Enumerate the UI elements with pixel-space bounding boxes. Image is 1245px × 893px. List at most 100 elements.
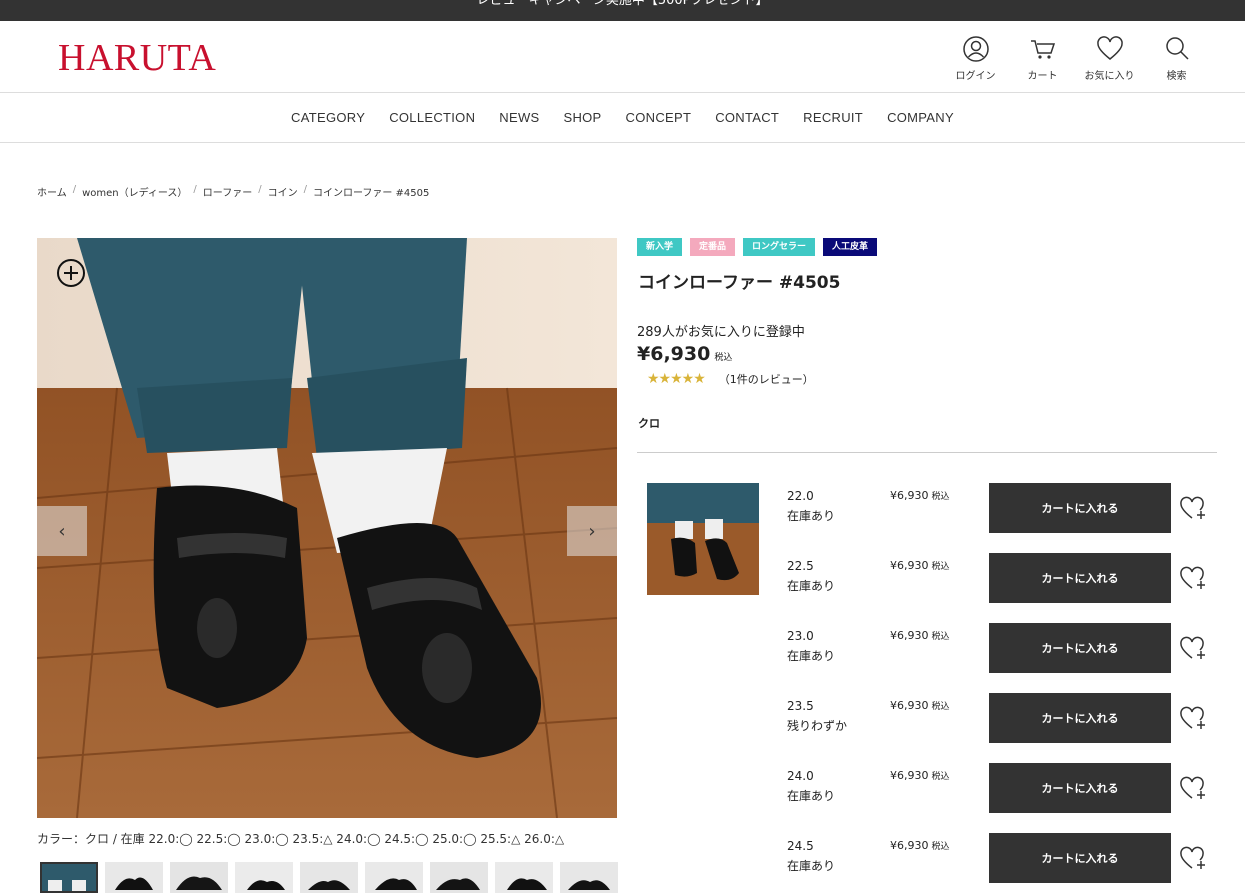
- search-button[interactable]: 検索: [1143, 35, 1210, 82]
- sku-price: ¥6,930 税込: [890, 489, 950, 502]
- favorite-count: 289人がお気に入りに登録中: [637, 325, 805, 340]
- sku-price-value: ¥6,930: [890, 769, 929, 782]
- thumbnail-image: [300, 862, 358, 893]
- breadcrumb-loafer[interactable]: ローファー: [203, 184, 252, 199]
- heart-plus-icon[interactable]: [1180, 495, 1208, 521]
- thumbnail[interactable]: [560, 862, 618, 893]
- thumbnail[interactable]: [495, 862, 553, 893]
- nav-news[interactable]: NEWS: [499, 110, 539, 125]
- thumbnail-image: [365, 862, 423, 893]
- sku-size: 23.0: [787, 629, 814, 643]
- haruta-logo[interactable]: HARUTA: [58, 36, 216, 80]
- cart-button[interactable]: カート: [1009, 35, 1076, 82]
- site-header: HARUTA ログイン カート お気に入り 検索: [0, 21, 1245, 93]
- star-rating-icon: ★★★★★: [647, 371, 706, 387]
- heart-plus-icon[interactable]: [1180, 565, 1208, 591]
- sku-row: 22.5 在庫あり ¥6,930 税込 カートに入れる: [787, 553, 1217, 603]
- product-main-image[interactable]: ‹ ›: [37, 238, 617, 818]
- thumbnail[interactable]: [365, 862, 423, 893]
- heart-plus-icon[interactable]: [1180, 845, 1208, 871]
- add-to-cart-button[interactable]: カートに入れる: [989, 483, 1171, 533]
- sku-tax: 税込: [931, 772, 950, 782]
- sku-size: 24.5: [787, 839, 814, 853]
- nav-contact[interactable]: CONTACT: [715, 110, 779, 125]
- tag-long-seller: ロングセラー: [743, 238, 816, 256]
- add-to-cart-button[interactable]: カートに入れる: [989, 553, 1171, 603]
- announcement-text: レビューキャンペーン実施中【500Pプレゼント】: [476, 0, 769, 8]
- heart-plus-icon[interactable]: [1180, 635, 1208, 661]
- add-to-cart-button[interactable]: カートに入れる: [989, 763, 1171, 813]
- sku-tax: 税込: [931, 702, 950, 712]
- product-price: ¥6,930 税込: [637, 343, 732, 365]
- thumbnail[interactable]: [235, 862, 293, 893]
- thumbnail[interactable]: [40, 862, 98, 893]
- nav-shop[interactable]: SHOP: [563, 110, 601, 125]
- add-to-cart-button[interactable]: カートに入れる: [989, 693, 1171, 743]
- sku-size: 22.0: [787, 489, 814, 503]
- nav-recruit[interactable]: RECRUIT: [803, 110, 863, 125]
- breadcrumb-home[interactable]: ホーム: [37, 184, 67, 199]
- thumbnail-strip: [40, 862, 618, 893]
- sku-row: 24.0 在庫あり ¥6,930 税込 カートに入れる: [787, 763, 1217, 813]
- breadcrumb-coin[interactable]: コイン: [268, 184, 298, 199]
- loafer-photo: [37, 238, 617, 818]
- favorites-button[interactable]: お気に入り: [1076, 35, 1143, 82]
- cart-icon: [1030, 40, 1055, 59]
- breadcrumb-separator: /: [72, 184, 77, 195]
- thumbnail-image: [430, 862, 488, 893]
- sku-availability: 在庫あり: [787, 509, 836, 523]
- thumbnail[interactable]: [300, 862, 358, 893]
- nav-company[interactable]: COMPANY: [887, 110, 954, 125]
- sku-price-value: ¥6,930: [890, 839, 929, 852]
- sku-tax: 税込: [931, 492, 950, 502]
- nav-collection[interactable]: COLLECTION: [389, 110, 475, 125]
- tag-new-student: 新入学: [637, 238, 683, 256]
- gallery-next-button[interactable]: ›: [567, 506, 617, 556]
- color-stock-summary: カラー：クロ / 在庫 22.0:◯ 22.5:◯ 23.0:◯ 23.5:△ …: [37, 832, 565, 846]
- sku-availability: 在庫あり: [787, 789, 836, 803]
- sku-availability: 在庫あり: [787, 859, 836, 873]
- swatch-photo: [647, 483, 759, 595]
- thumbnail-image: [40, 862, 98, 893]
- sku-size: 24.0: [787, 769, 814, 783]
- thumbnail-image: [235, 862, 293, 893]
- sku-price: ¥6,930 税込: [890, 699, 950, 712]
- sku-size: 23.5: [787, 699, 814, 713]
- nav-concept[interactable]: CONCEPT: [626, 110, 692, 125]
- thumbnail[interactable]: [430, 862, 488, 893]
- header-icons: ログイン カート お気に入り 検索: [942, 35, 1210, 82]
- thumbnail[interactable]: [170, 862, 228, 893]
- cart-label: カート: [1027, 71, 1058, 82]
- breadcrumb-women[interactable]: women（レディース）: [82, 184, 187, 199]
- search-icon: [1165, 37, 1189, 60]
- announcement-bar: レビューキャンペーン実施中【500Pプレゼント】: [0, 0, 1245, 21]
- main-nav: CATEGORY COLLECTION NEWS SHOP CONCEPT CO…: [0, 93, 1245, 143]
- rating: ★★★★★ （1件のレビュー）: [647, 371, 814, 387]
- thumbnail-image: [105, 862, 163, 893]
- add-to-cart-button[interactable]: カートに入れる: [989, 833, 1171, 883]
- review-count-link[interactable]: （1件のレビュー）: [719, 371, 814, 387]
- breadcrumb-separator: /: [193, 184, 197, 195]
- login-button[interactable]: ログイン: [942, 35, 1009, 82]
- sku-price: ¥6,930 税込: [890, 559, 950, 572]
- thumbnail-image: [560, 862, 618, 893]
- heart-icon: [1096, 36, 1123, 60]
- sku-row: 24.5 在庫あり ¥6,930 税込 カートに入れる: [787, 833, 1217, 883]
- heart-plus-icon[interactable]: [1180, 775, 1208, 801]
- sku-price-value: ¥6,930: [890, 629, 929, 642]
- favorites-label: お気に入り: [1084, 71, 1135, 82]
- sku-price-value: ¥6,930: [890, 489, 929, 502]
- breadcrumb-current: コインローファー #4505: [312, 188, 430, 199]
- add-to-cart-button[interactable]: カートに入れる: [989, 623, 1171, 673]
- zoom-icon[interactable]: [56, 258, 86, 288]
- sku-price-value: ¥6,930: [890, 699, 929, 712]
- thumbnail[interactable]: [105, 862, 163, 893]
- nav-category[interactable]: CATEGORY: [291, 110, 365, 125]
- sku-tax: 税込: [931, 632, 950, 642]
- color-name: クロ: [638, 417, 660, 430]
- gallery-prev-button[interactable]: ‹: [37, 506, 87, 556]
- tag-standard: 定番品: [690, 238, 736, 256]
- chevron-right-icon: ›: [588, 520, 596, 542]
- heart-plus-icon[interactable]: [1180, 705, 1208, 731]
- user-icon: [962, 36, 989, 62]
